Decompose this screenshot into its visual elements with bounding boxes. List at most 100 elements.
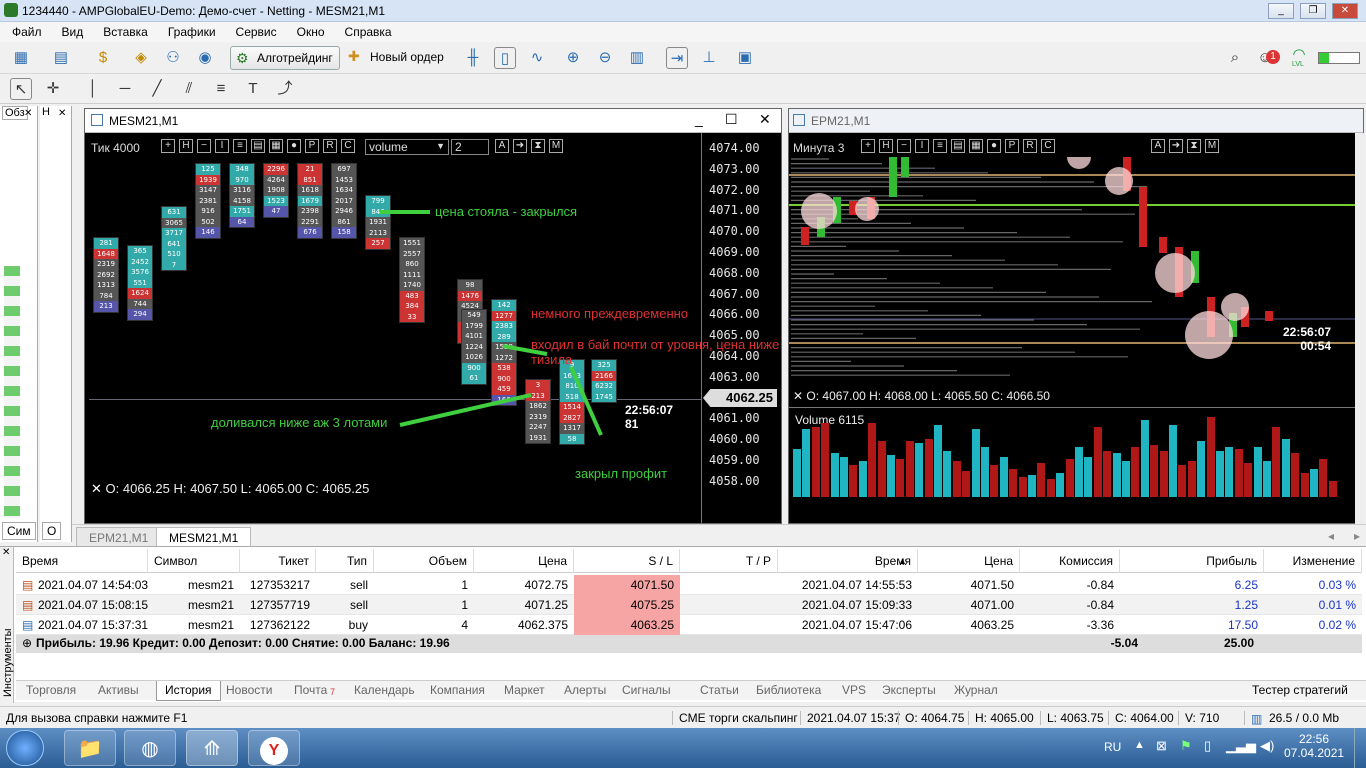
tabs-left-icon[interactable]: ◂ [1328,529,1334,543]
toolbox-tab[interactable]: Журнал [954,683,998,697]
column-header[interactable]: Изменение [1264,549,1362,573]
tile-windows-icon[interactable]: ▥ [626,47,648,69]
tray-wifi-icon[interactable]: ▁▃▅ [1226,738,1256,754]
navigator-icon[interactable]: ⚇ [162,47,184,69]
tools-icon[interactable]: ✕ [91,481,102,496]
symbols-tab[interactable]: Сим [2,522,36,540]
column-header[interactable]: Время [778,549,918,573]
chart-shift-icon[interactable]: ⊥ [698,47,720,69]
menu-help[interactable]: Справка [333,22,400,39]
column-header[interactable]: Тип [316,549,374,573]
symbol-list[interactable] [4,266,20,518]
c2-hourglass[interactable]: ⧗ [1187,139,1201,153]
toolbox-tab[interactable]: Сигналы [622,683,671,697]
minimize-button[interactable]: _ [1268,3,1294,19]
column-header[interactable]: Символ [148,549,240,573]
toolbox-tab[interactable]: Почта [294,683,327,697]
c2-r[interactable]: R [1023,139,1037,153]
tray-expand-icon[interactable]: ▲ [1134,739,1145,751]
c2-dot[interactable]: ● [987,139,1001,153]
c2-m[interactable]: M [1205,139,1219,153]
tray-volume-icon[interactable]: ◀) [1260,738,1274,754]
toolbox-tab[interactable]: Новости [226,683,272,697]
menu-tools[interactable]: Сервис [224,22,285,39]
navigator-bottom-tab[interactable]: О [42,522,62,540]
column-header[interactable]: Цена [918,549,1020,573]
toolbox-tab[interactable]: Алерты [564,683,606,697]
restore-button[interactable]: ❐ [1300,3,1326,19]
column-header[interactable]: Прибыль [1120,549,1264,573]
menu-file[interactable]: Файл [0,22,50,39]
shapes-icon[interactable]: ⤴ [274,78,296,100]
c2-minus[interactable]: − [897,139,911,153]
toolbox-tab[interactable]: Компания [430,683,485,697]
c2-c[interactable]: C [1041,139,1055,153]
toolbox-tab[interactable]: Календарь [354,683,415,697]
c2-p[interactable]: P [1005,139,1019,153]
history-row[interactable]: ▤ 2021.04.07 15:37:31 mesm21 127362122 buy 4 4… [16,615,1362,635]
toolbox-tab[interactable]: Торговля [26,683,76,697]
navigator-close-icon[interactable]: ✕ [58,108,66,119]
column-header[interactable]: Цена [474,549,574,573]
explorer-icon[interactable]: 📁 [64,730,116,766]
autoscroll-icon[interactable]: ⇥ [666,47,688,69]
c2-plus[interactable]: + [861,139,875,153]
zoom-out-icon[interactable]: ⊖ [594,47,616,69]
chrome-icon[interactable]: ◍ [124,730,176,766]
market-watch-icon[interactable]: $ [92,47,114,69]
yandex-icon[interactable]: Y [248,730,300,766]
tray-device-icon[interactable]: ▯ [1204,738,1211,754]
text-label-icon[interactable]: T [242,78,264,100]
status-profile[interactable]: CME торги скальпинг [672,711,798,725]
templates-icon[interactable]: ▣ [734,47,756,69]
algo-trading-button[interactable]: ⚙ Алготрейдинг [230,46,340,70]
strategy-tester-tab[interactable]: Тестер стратегий [1252,683,1348,697]
c2-a[interactable]: A [1151,139,1165,153]
vertical-line-icon[interactable]: │ [82,78,104,100]
c2-grid[interactable]: ▦ [969,139,983,153]
column-header[interactable]: Время [16,549,148,573]
signals-icon[interactable]: ◉ [194,47,216,69]
c2-arrow[interactable]: ➜ [1169,139,1183,153]
tray-action-icon[interactable]: ⚑ [1180,738,1192,754]
history-row[interactable]: ▤ 2021.04.07 15:08:15 mesm21 127357719 sell 1… [16,595,1362,615]
menu-window[interactable]: Окно [285,22,333,39]
channel-icon[interactable]: ⫽ [178,78,200,100]
column-header[interactable]: T / P [680,549,778,573]
data-window-icon[interactable]: ◈ [130,47,152,69]
tray-clock[interactable]: 22:56 07.04.2021 [1284,732,1344,760]
c2-lines[interactable]: ≡ [933,139,947,153]
chart-window-mesm21[interactable]: MESM21,M1 _ ☐ ✕ Тик 4000 + H − I ≡ ▤ ▦ ●… [84,108,782,525]
candle-chart-icon[interactable]: ▯ [494,47,516,69]
menu-insert[interactable]: Вставка [91,22,156,39]
toolbox-close-icon[interactable]: ✕ [2,547,10,558]
chart-close-button[interactable]: ✕ [759,111,771,128]
show-desktop-button[interactable] [1354,728,1366,768]
profiles-icon[interactable]: ▤ [50,47,72,69]
panel-close-icon[interactable]: ✕ [24,108,32,119]
new-order-button[interactable]: ✚ Новый ордер [344,46,450,70]
history-row[interactable]: ▤ 2021.04.07 14:54:03 mesm21 127353217 sell 1… [16,575,1362,595]
chart2-scrollbar[interactable] [1355,133,1365,525]
language-indicator[interactable]: RU [1104,740,1121,754]
column-header[interactable]: Комиссия [1020,549,1120,573]
c2-i[interactable]: I [915,139,929,153]
crosshair-icon[interactable]: ✛ [42,78,64,100]
start-button[interactable] [6,730,44,766]
toolbox-tab[interactable]: Статьи [700,683,739,697]
menu-charts[interactable]: Графики [156,22,224,39]
sort-asc-icon[interactable]: ▲ [898,549,907,573]
new-chart-icon[interactable]: ▦ [10,47,32,69]
chart-maximize-button[interactable]: ☐ [725,111,738,128]
column-header[interactable]: Объем [374,549,474,573]
tab-epm21[interactable]: EPM21,M1 [76,527,162,547]
close-button[interactable]: ✕ [1332,3,1358,19]
navigator-tab[interactable]: Н [42,106,50,118]
toolbox-tab[interactable]: Библиотека [756,683,821,697]
toolbox-tab[interactable]: История [156,681,221,701]
tf-value[interactable]: 3 [838,141,845,155]
chart-window-epm21[interactable]: EPM21,M1 Минута 3 + H − I ≡ ▤ ▦ ● P R C … [788,108,1365,525]
horizontal-line-icon[interactable]: ─ [114,78,136,100]
line-chart-icon[interactable]: ∿ [526,47,548,69]
trendline-icon[interactable]: ╱ [146,78,168,100]
